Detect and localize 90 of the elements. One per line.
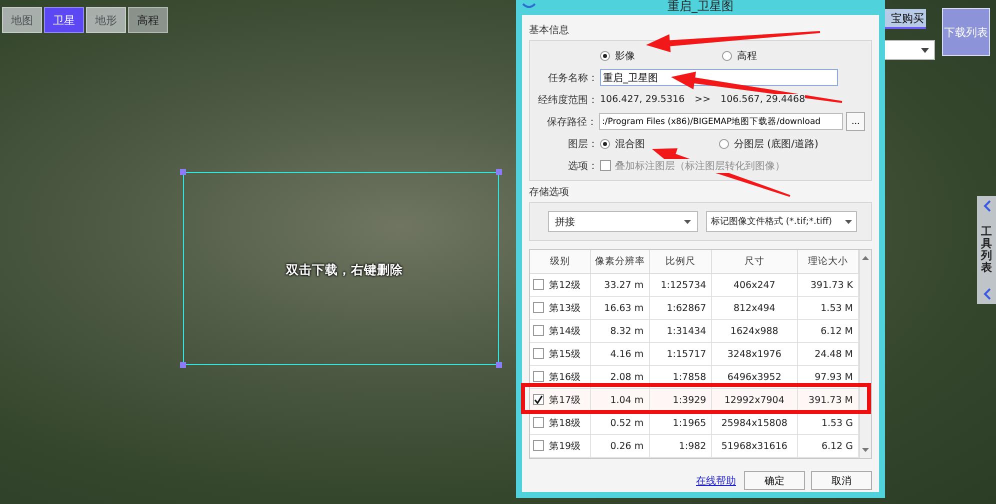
selection-rectangle[interactable] [183, 172, 499, 365]
table-cell: 391.73 M [797, 388, 858, 412]
dropdown[interactable]: 标记图像文件格式 (*.tif;*.tiff) [706, 211, 857, 232]
ok-button[interactable]: 确定 [744, 471, 805, 490]
checkbox[interactable] [533, 302, 544, 314]
table-cell: 406x247 [712, 274, 798, 296]
caret-icon [845, 220, 852, 224]
dropdown[interactable]: 拼接 [548, 211, 698, 232]
level-label: 第18级 [549, 418, 582, 428]
table-cell: 812x494 [712, 296, 798, 320]
tools-tab-label[interactable]: 工具列表 [981, 226, 992, 274]
radio-button[interactable] [722, 50, 732, 60]
corner-handle[interactable] [180, 362, 186, 368]
table-cell: 1:31434 [649, 320, 712, 342]
checkbox[interactable] [533, 348, 544, 360]
corner-handle[interactable] [496, 362, 502, 368]
section-label: 存储选项 [529, 186, 570, 199]
table-cell: 33.27 m [590, 274, 650, 296]
table-cell: 12992x7904 [712, 388, 798, 412]
help-link[interactable]: 在线帮助 [696, 474, 736, 488]
window-title: 重启_卫星图 [666, 0, 734, 15]
field-label: 图层： [567, 138, 598, 150]
section-label: 基本信息 [529, 24, 570, 37]
table-cell: 1:125734 [649, 274, 712, 296]
field-label: 经纬度范围： [537, 94, 598, 106]
corner-handle[interactable] [496, 169, 502, 175]
scroll-up-icon[interactable] [862, 256, 869, 260]
browse-button[interactable]: ... [846, 112, 865, 131]
table-cell: 1.04 m [590, 388, 650, 412]
checkbox[interactable] [533, 325, 544, 336]
level-label: 第14级 [549, 326, 582, 336]
column-header: 级别 [530, 250, 590, 274]
checkbox[interactable] [533, 279, 544, 290]
table-cell: 8.32 m [590, 320, 650, 342]
table-cell: 4.16 m [590, 342, 650, 366]
radio-button[interactable] [600, 138, 610, 148]
table-cell: 25984x15808 [712, 412, 798, 434]
cancel-button[interactable]: 取消 [811, 471, 872, 490]
tools-tab[interactable]: 工具列表 [977, 196, 996, 304]
table-cell: 1:15717 [649, 342, 712, 366]
radio-button[interactable] [600, 50, 610, 60]
table-cell: 51968x31616 [712, 434, 798, 458]
table-cell: 1624x988 [712, 320, 798, 342]
column-header: 比例尺 [649, 250, 712, 274]
level-label: 第12级 [549, 280, 582, 290]
map-type-button[interactable]: 高程 [128, 7, 168, 33]
scrollbar[interactable] [859, 250, 871, 458]
scroll-down-icon[interactable] [862, 448, 869, 452]
caret-icon [684, 220, 691, 224]
table-cell: 3248x1976 [712, 342, 798, 366]
caret-icon [921, 48, 929, 53]
table-cell: 1:3929 [649, 388, 712, 412]
range-value: 106.567, 29.4468 [720, 94, 806, 105]
checkbox[interactable] [533, 394, 544, 406]
column-header: 理论大小 [797, 250, 858, 274]
level-label: 第17级 [549, 394, 582, 406]
level-label: 第19级 [549, 440, 582, 452]
range-value: 106.427, 29.5316 [600, 94, 685, 105]
field-label: 选项： [567, 160, 598, 172]
checkbox[interactable] [533, 440, 544, 452]
column-header: 像素分辨率 [590, 250, 650, 274]
task-name-field[interactable]: 重启_卫星图 [600, 69, 838, 86]
table-cell: 16.63 m [590, 296, 650, 320]
radio-option[interactable]: 混合图 [600, 136, 645, 150]
table-cell: 1:982 [649, 434, 712, 458]
table-cell: 1:62867 [649, 296, 712, 320]
table-cell: 0.26 m [590, 434, 650, 458]
column-header: 尺寸 [712, 250, 798, 274]
table-cell: 0.52 m [590, 412, 650, 434]
level-label: 第13级 [549, 302, 582, 314]
map-type-button[interactable]: 卫星 [44, 7, 84, 33]
dropdown[interactable] [884, 40, 935, 60]
checkbox[interactable] [533, 417, 544, 428]
radio-button[interactable] [719, 138, 729, 148]
level-label: 第16级 [549, 372, 582, 382]
corner-handle[interactable] [180, 169, 186, 175]
buy-button[interactable]: 宝购买 [884, 9, 926, 29]
field-label: 任务名称： [547, 72, 598, 84]
checkbox[interactable] [533, 371, 544, 382]
map-hint-text: 双击下载，右键删除 [286, 262, 403, 279]
table-cell: 1:1965 [649, 412, 712, 434]
level-label: 第15级 [549, 348, 582, 360]
save-path-field[interactable]: :/Program Files (x86)/BIGEMAP地图下载器/download [599, 113, 844, 130]
chevron-left-icon[interactable] [982, 288, 990, 300]
radio-option[interactable]: 分图层 (底图/道路) [719, 136, 818, 150]
radio-option[interactable]: 高程 [722, 48, 757, 62]
range-separator: >> [694, 94, 711, 105]
chevron-left-icon[interactable] [982, 200, 990, 212]
radio-option[interactable]: 影像 [600, 48, 635, 62]
field-label: 保存路径： [546, 116, 598, 128]
